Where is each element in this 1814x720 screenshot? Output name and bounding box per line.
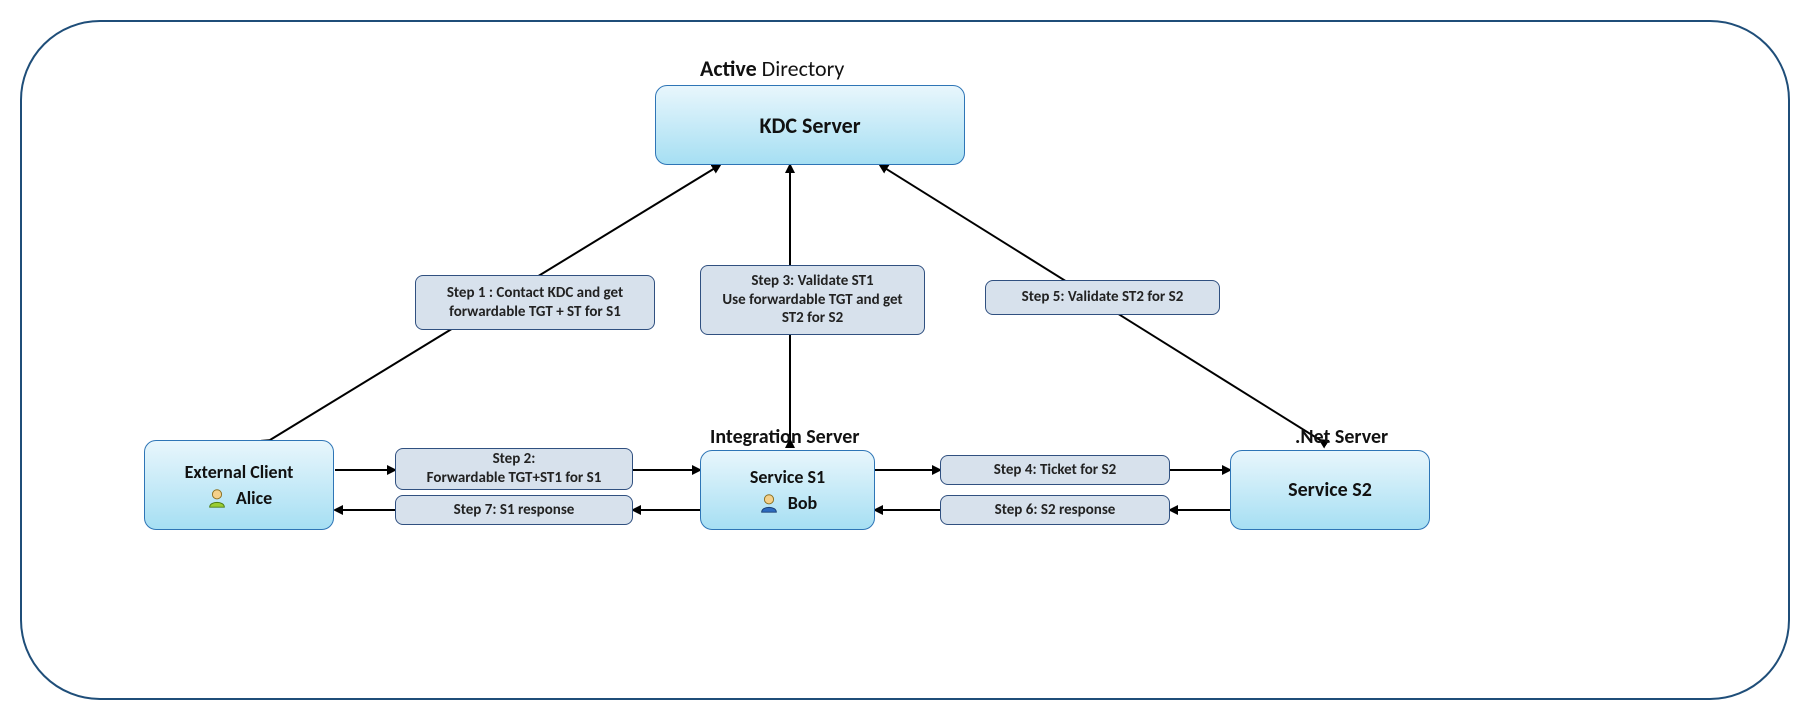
kdc-server-node: KDC Server <box>655 85 965 165</box>
step-3-box: Step 3: Validate ST1 Use forwardable TGT… <box>700 265 925 335</box>
service-s1-node: Service S1 Bob <box>700 450 875 530</box>
step-4-box: Step 4: Ticket for S2 <box>940 455 1170 485</box>
service-s2-node: Service S2 <box>1230 450 1430 530</box>
step-1-box: Step 1 : Contact KDC and get forwardable… <box>415 275 655 330</box>
service-s1-label: Service S1 <box>750 466 825 488</box>
alice-label: Alice <box>236 487 272 509</box>
bob-label: Bob <box>788 492 817 514</box>
user-icon-alice <box>206 487 228 509</box>
net-server-title: .Net Server <box>1295 425 1388 449</box>
bob-row: Bob <box>758 492 817 514</box>
alice-row: Alice <box>206 487 272 509</box>
service-s2-label: Service S2 <box>1288 478 1372 502</box>
active-directory-title: Active Directory <box>700 55 844 82</box>
user-icon-bob <box>758 492 780 514</box>
external-client-node: External Client Alice <box>144 440 334 530</box>
step-7-box: Step 7: S1 response <box>395 495 633 525</box>
external-client-title: External Client <box>185 461 294 483</box>
step-5-box: Step 5: Validate ST2 for S2 <box>985 280 1220 315</box>
step-2-box: Step 2: Forwardable TGT+ST1 for S1 <box>395 448 633 490</box>
title-active: Active <box>700 55 757 82</box>
step-2-line2: Forwardable TGT+ST1 for S1 <box>427 469 602 488</box>
integration-server-title: Integration Server <box>710 425 859 449</box>
step-6-box: Step 6: S2 response <box>940 495 1170 525</box>
step-2-line1: Step 2: <box>493 450 536 469</box>
kdc-label: KDC Server <box>759 112 860 139</box>
title-directory: Directory <box>757 55 845 82</box>
